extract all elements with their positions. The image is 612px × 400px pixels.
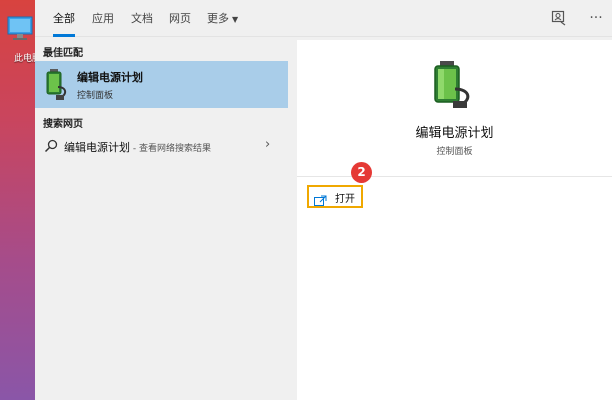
- tab-all[interactable]: 全部: [53, 0, 75, 37]
- tab-apps-label: 应用: [92, 12, 114, 25]
- tab-web[interactable]: 网页: [169, 0, 191, 37]
- tab-apps[interactable]: 应用: [92, 0, 114, 37]
- tab-more[interactable]: 更多 ▼: [207, 0, 238, 37]
- web-search-result[interactable]: 编辑电源计划 - 查看网络搜索结果 ›: [35, 133, 288, 159]
- tab-more-label: 更多: [207, 12, 229, 25]
- more-options-icon[interactable]: ···: [587, 10, 605, 26]
- search-tabs: 全部 应用 文档 网页 更多 ▼ ···: [35, 0, 612, 37]
- preview-divider: [297, 176, 612, 177]
- desktop-computer-icon[interactable]: [6, 14, 36, 44]
- search-panel: 全部 应用 文档 网页 更多 ▼ ··· 最佳匹配 编辑电源计划 控制面板 搜索…: [35, 0, 612, 400]
- battery-plug-icon: [43, 67, 71, 101]
- search-icon: [44, 138, 58, 153]
- open-button-label: 打开: [335, 194, 355, 205]
- tab-web-label: 网页: [169, 12, 191, 25]
- web-search-query: 编辑电源计划: [64, 141, 130, 154]
- battery-plug-large-icon: [429, 59, 475, 109]
- chevron-right-icon[interactable]: ›: [265, 137, 270, 152]
- tab-documents-label: 文档: [131, 12, 153, 25]
- open-button[interactable]: 打开: [307, 185, 363, 208]
- preview-pane: 编辑电源计划 控制面板 打开 2: [297, 40, 612, 400]
- web-search-header: 搜索网页: [43, 119, 83, 130]
- preview-title: 编辑电源计划: [415, 126, 494, 141]
- feedback-icon[interactable]: [551, 10, 567, 26]
- web-search-hint: - 查看网络搜索结果: [130, 144, 211, 154]
- chevron-down-icon: ▼: [232, 15, 239, 24]
- step-number-badge: 2: [351, 162, 372, 183]
- open-window-icon: [314, 191, 327, 206]
- tab-all-label: 全部: [53, 12, 75, 25]
- best-match-subtitle: 控制面板: [77, 91, 114, 101]
- best-match-result[interactable]: 编辑电源计划 控制面板: [35, 61, 288, 108]
- best-match-header: 最佳匹配: [43, 48, 83, 59]
- tab-documents[interactable]: 文档: [131, 0, 153, 37]
- preview-subtitle: 控制面板: [436, 147, 473, 157]
- web-search-title: 编辑电源计划 - 查看网络搜索结果: [64, 139, 211, 155]
- best-match-title: 编辑电源计划: [77, 71, 143, 84]
